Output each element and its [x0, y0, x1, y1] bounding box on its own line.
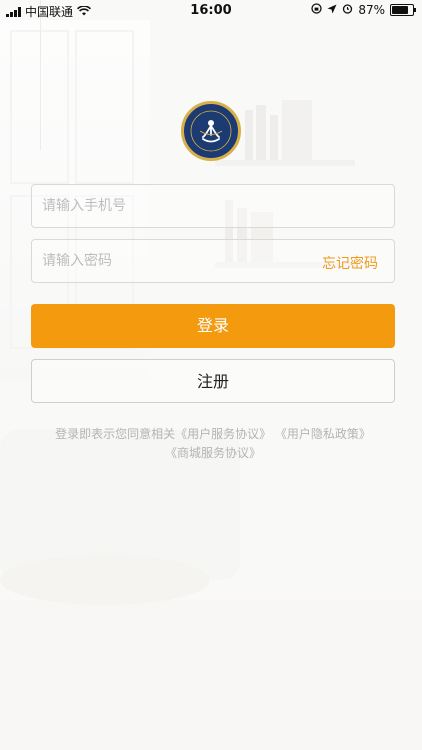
battery-icon — [390, 4, 416, 16]
forgot-password-link[interactable]: 忘记密码 — [322, 253, 378, 273]
agreement-text: 登录即表示您同意相关《用户服务协议》 《用户隐私政策》 《商城服务协议》 — [31, 425, 395, 463]
phone-input[interactable] — [32, 185, 302, 227]
status-right: 87% — [311, 3, 416, 17]
phone-field[interactable] — [31, 184, 395, 228]
register-button[interactable]: 注册 — [31, 359, 395, 403]
login-button[interactable]: 登录 — [31, 304, 395, 348]
app-logo — [181, 101, 241, 161]
battery-percent: 87% — [358, 3, 385, 17]
user-service-agreement-link[interactable]: 《用户服务协议》 — [175, 427, 271, 441]
password-input[interactable] — [32, 240, 302, 282]
location-icon — [327, 3, 337, 17]
status-bar: 中国联通 16:00 87% — [0, 0, 422, 22]
alarm-icon — [342, 3, 353, 17]
privacy-policy-link[interactable]: 《用户隐私政策》 — [275, 427, 371, 441]
agreement-prefix: 登录即表示您同意相关 — [55, 427, 176, 441]
mall-service-agreement-link[interactable]: 《商城服务协议》 — [165, 446, 261, 460]
rotation-lock-icon — [311, 3, 322, 17]
password-field[interactable]: 忘记密码 — [31, 239, 395, 283]
